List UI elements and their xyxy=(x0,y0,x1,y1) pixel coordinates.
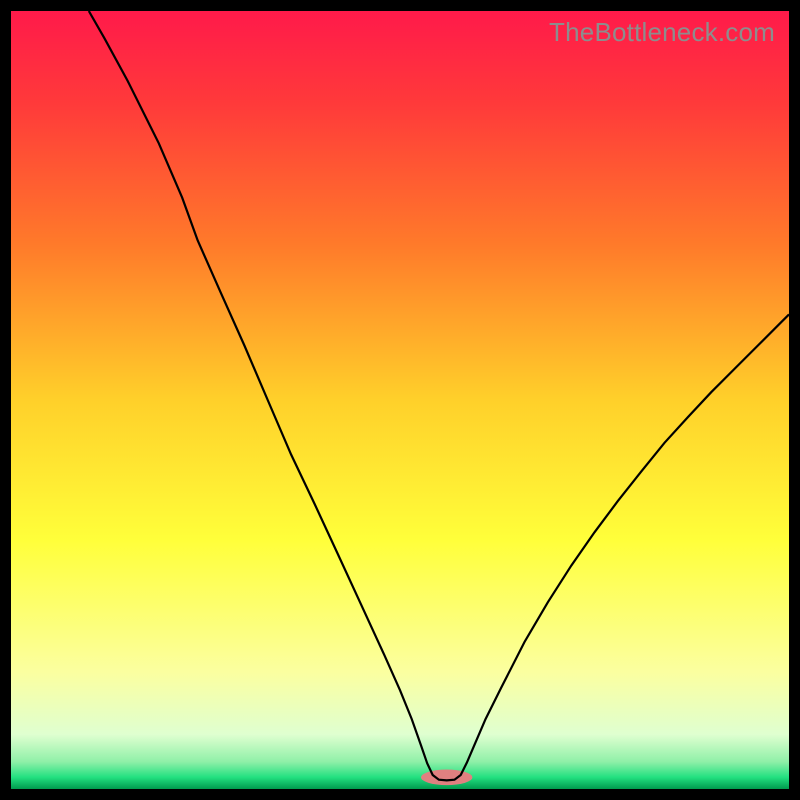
bottleneck-chart xyxy=(11,11,789,789)
gradient-background xyxy=(11,11,789,789)
optimal-point-marker xyxy=(421,770,472,786)
watermark-label: TheBottleneck.com xyxy=(549,17,775,48)
chart-frame: TheBottleneck.com xyxy=(11,11,789,789)
